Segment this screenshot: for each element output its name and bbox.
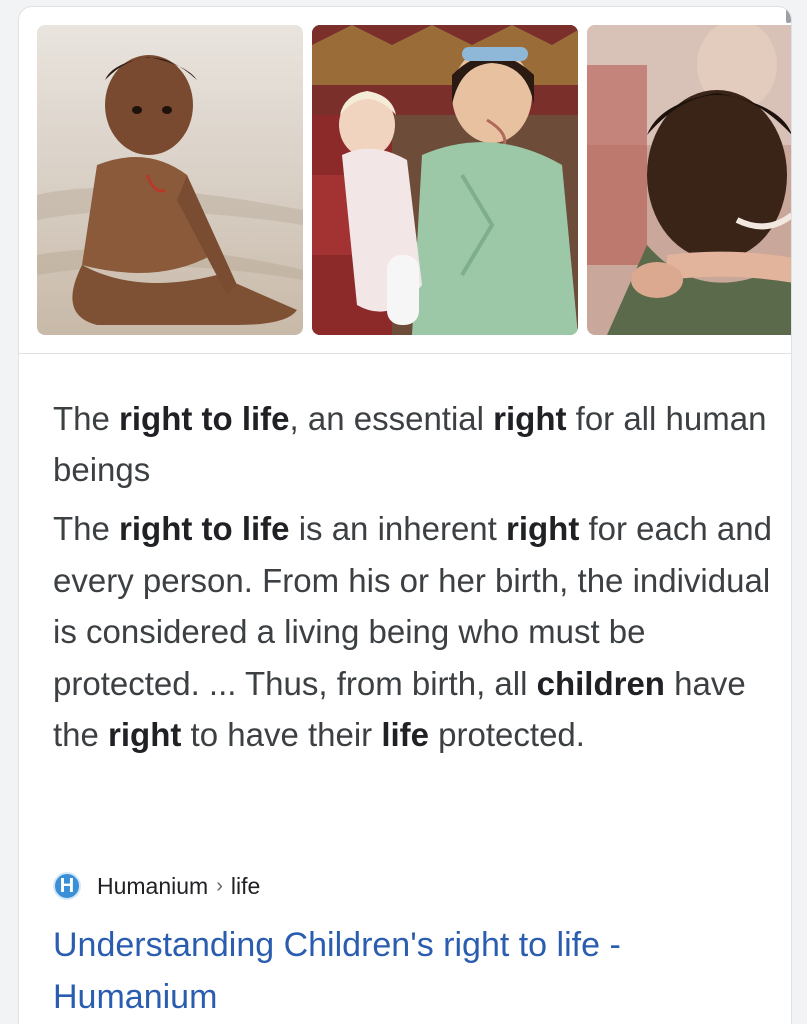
snippet-part-text-2: is an inherent: [289, 510, 506, 547]
breadcrumb-separator: ›: [216, 874, 223, 897]
title-part-text-2: , an essential: [289, 400, 494, 437]
source-breadcrumb-path: life: [230, 872, 261, 899]
snippet-part-text-0: The: [53, 510, 120, 547]
featured-snippet-card: The right to life, an essential right fo…: [18, 6, 792, 1024]
snippet-part-text-10: protected.: [429, 716, 585, 753]
source-line[interactable]: H Humanium › life: [53, 871, 260, 901]
snippet-part-highlight-5: children: [536, 664, 665, 702]
page: The right to life, an essential right fo…: [0, 0, 807, 1024]
result-title-link[interactable]: Understanding Children's right to life -…: [53, 919, 773, 1023]
snippet-content: The right to life, an essential right fo…: [53, 393, 773, 761]
image-thumbnail-mother-baby[interactable]: [312, 25, 578, 335]
source-site-name: Humanium: [97, 872, 209, 899]
scrollbar[interactable]: [786, 7, 791, 23]
snippet-part-highlight-3: right: [506, 510, 580, 547]
snippet-part-text-8: to have their: [181, 716, 382, 753]
humanium-favicon-icon: H: [53, 872, 81, 900]
photo-child-beach-icon: [37, 25, 303, 335]
snippet-part-highlight-1: right to life: [119, 510, 290, 547]
snippet-text: The right to life is an inherent right f…: [53, 503, 773, 761]
snippet-part-highlight-7: right: [108, 716, 182, 753]
image-strip: [37, 25, 791, 335]
image-thumbnail-child-beach[interactable]: [37, 25, 303, 335]
title-part-highlight-3: right: [493, 400, 567, 437]
title-part-highlight-1: right to life: [119, 400, 290, 437]
snippet-part-highlight-9: life: [381, 716, 430, 753]
title-part-text-0: The: [53, 400, 120, 437]
image-thumbnail-man-hug[interactable]: [587, 25, 791, 335]
photo-man-hug-icon: [587, 25, 791, 335]
divider: [19, 353, 791, 354]
snippet-title: The right to life, an essential right fo…: [53, 393, 773, 495]
photo-mother-baby-icon: [312, 25, 578, 335]
